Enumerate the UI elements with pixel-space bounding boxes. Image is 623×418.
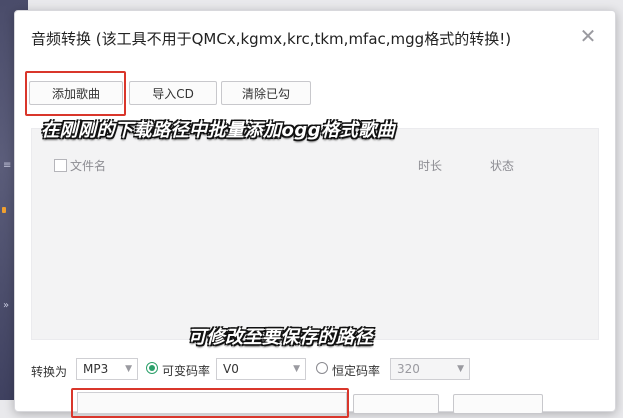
background-glyph: » [3,300,10,311]
cbr-radio[interactable] [316,362,328,374]
audio-convert-dialog: 音频转换 (该工具不用于QMCx,kgmx,krc,tkm,mfac,mgg格式… [14,10,616,418]
open-folder-button[interactable] [453,394,543,414]
chevron-down-icon: ▼ [293,364,300,374]
vbr-value: V0 [223,362,239,376]
select-all-checkbox[interactable] [54,159,67,172]
browse-button[interactable] [353,394,439,414]
caption-top: 在刚刚的下载路径中批量添加ogg格式歌曲 [41,120,396,141]
format-value: MP3 [83,362,109,376]
vbr-label: 可变码率 [162,364,211,378]
format-select[interactable]: MP3 ▼ [76,358,138,380]
close-icon[interactable]: ✕ [577,25,599,47]
cbr-value: 320 [397,362,420,376]
list-header: 文件名 时长 状态 [32,153,598,175]
vbr-select[interactable]: V0 ▼ [216,358,306,380]
caption-bottom: 可修改至要保存的路径 [188,327,373,348]
highlight-box-add-song [25,71,126,116]
background-glyph: ≡ [3,160,12,171]
column-duration: 时长 [418,159,443,173]
dialog-title: 音频转换 (该工具不用于QMCx,kgmx,krc,tkm,mfac,mgg格式… [31,30,512,48]
convert-to-label: 转换为 [31,365,68,379]
cbr-select[interactable]: 320 ▼ [390,358,470,380]
import-cd-button[interactable]: 导入CD [129,81,217,105]
column-status: 状态 [490,159,515,173]
chevron-down-icon: ▼ [125,364,132,374]
cbr-label: 恒定码率 [332,364,381,378]
vbr-radio[interactable] [146,362,158,374]
highlight-box-save-path [71,388,349,418]
background-marker [2,207,6,213]
chevron-down-icon: ▼ [457,364,464,374]
song-list[interactable]: 文件名 时长 状态 [31,128,599,340]
column-filename: 文件名 [70,159,107,173]
clear-checked-button[interactable]: 清除已勾 [221,81,311,105]
